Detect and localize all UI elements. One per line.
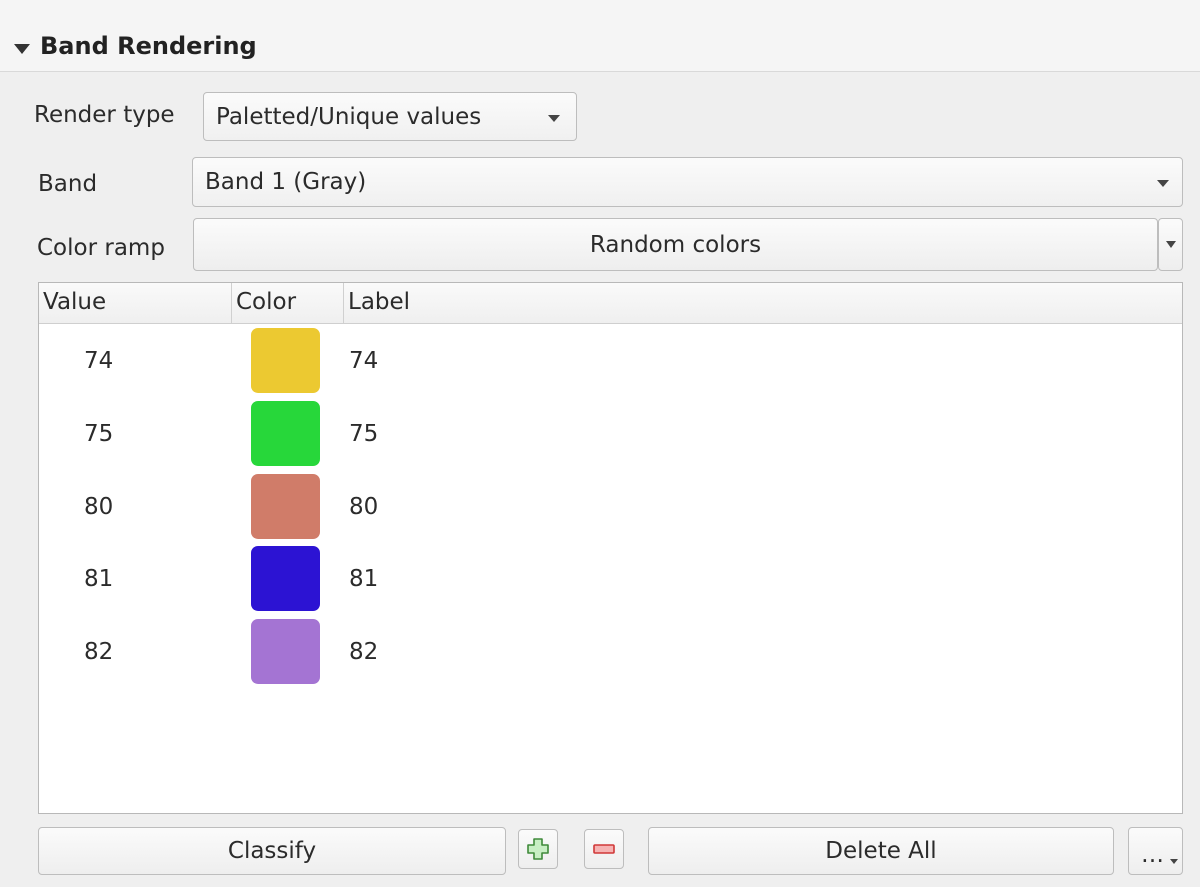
chevron-down-icon — [548, 115, 560, 122]
table-row[interactable]: 82 82 — [39, 615, 1182, 688]
band-combo[interactable]: Band 1 (Gray) — [192, 157, 1183, 207]
table-row[interactable]: 80 80 — [39, 470, 1182, 543]
cell-value[interactable]: 82 — [84, 639, 113, 665]
cell-value[interactable]: 74 — [84, 348, 113, 374]
color-ramp-dropdown-button[interactable] — [1158, 218, 1183, 271]
table-row[interactable]: 75 75 — [39, 397, 1182, 470]
chevron-down-icon — [1170, 859, 1178, 864]
cell-value[interactable]: 75 — [84, 421, 113, 447]
more-options-label: … — [1141, 842, 1164, 868]
cell-value[interactable]: 80 — [84, 494, 113, 520]
add-value-button[interactable] — [518, 829, 558, 869]
color-ramp-button[interactable]: Random colors — [193, 218, 1158, 271]
cell-label[interactable]: 74 — [349, 348, 378, 374]
cell-value[interactable]: 81 — [84, 566, 113, 592]
band-value: Band 1 (Gray) — [205, 169, 367, 195]
render-type-label: Render type — [34, 102, 175, 128]
collapse-triangle-icon[interactable] — [14, 44, 30, 54]
color-swatch[interactable] — [251, 401, 320, 466]
section-header-band-rendering[interactable]: Band Rendering — [0, 0, 1200, 72]
more-options-button[interactable]: … — [1128, 827, 1183, 875]
table-row[interactable]: 74 74 — [39, 324, 1182, 397]
palette-table[interactable]: Value Color Label 74 74 75 75 80 80 81 8… — [38, 282, 1183, 814]
color-swatch[interactable] — [251, 328, 320, 393]
chevron-down-icon — [1165, 241, 1176, 248]
chevron-down-icon — [1157, 180, 1169, 187]
classify-button[interactable]: Classify — [38, 827, 506, 875]
color-ramp-label: Color ramp — [37, 235, 165, 261]
render-type-combo[interactable]: Paletted/Unique values — [203, 92, 577, 141]
table-header: Value Color Label — [39, 283, 1182, 324]
cell-label[interactable]: 81 — [349, 566, 378, 592]
cell-label[interactable]: 82 — [349, 639, 378, 665]
section-title: Band Rendering — [40, 32, 257, 60]
delete-all-label: Delete All — [825, 838, 937, 864]
delete-all-button[interactable]: Delete All — [648, 827, 1114, 875]
remove-value-icon — [593, 844, 615, 854]
column-header-color[interactable]: Color — [231, 283, 343, 323]
column-header-value[interactable]: Value — [39, 283, 231, 323]
classify-label: Classify — [227, 838, 317, 864]
remove-value-button[interactable] — [584, 829, 624, 869]
color-swatch[interactable] — [251, 546, 320, 611]
band-label: Band — [38, 171, 98, 197]
render-type-value: Paletted/Unique values — [216, 103, 482, 130]
color-ramp-value: Random colors — [589, 231, 762, 258]
color-swatch[interactable] — [251, 474, 320, 539]
add-value-icon — [527, 838, 549, 860]
column-header-label[interactable]: Label — [343, 283, 1182, 323]
cell-label[interactable]: 75 — [349, 421, 378, 447]
cell-label[interactable]: 80 — [349, 494, 378, 520]
color-swatch[interactable] — [251, 619, 320, 684]
table-row[interactable]: 81 81 — [39, 542, 1182, 615]
